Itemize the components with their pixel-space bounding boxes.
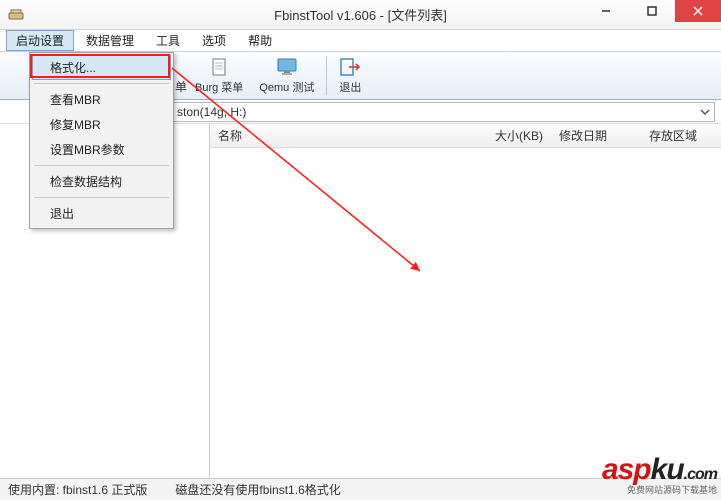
menu-boot-settings[interactable]: 启动设置 — [6, 30, 74, 51]
menu-item-exit[interactable]: 退出 — [32, 201, 171, 226]
toolbar-exit[interactable]: 退出 — [331, 54, 369, 97]
column-header: 名称 大小(KB) 修改日期 存放区域 — [210, 124, 721, 148]
col-area[interactable]: 存放区域 — [641, 127, 721, 144]
menu-item-check-structure[interactable]: 检查数据结构 — [32, 169, 171, 194]
toolbar-separator — [326, 57, 327, 95]
menu-bar: 启动设置 数据管理 工具 选项 帮助 — [0, 30, 721, 52]
file-list-body[interactable] — [210, 148, 721, 478]
menu-separator — [34, 165, 169, 166]
col-name[interactable]: 名称 — [210, 127, 471, 144]
menu-item-view-mbr[interactable]: 查看MBR — [32, 87, 171, 112]
chevron-down-icon — [700, 107, 710, 117]
title-bar: FbinstTool v1.606 - [文件列表] — [0, 0, 721, 30]
status-right: 磁盘还没有使用fbinst1.6格式化 — [175, 481, 340, 498]
app-icon — [6, 5, 26, 25]
document-icon — [208, 56, 230, 78]
toolbar-qemu-test[interactable]: Qemu 测试 — [251, 54, 322, 97]
window-controls — [583, 0, 721, 22]
col-date[interactable]: 修改日期 — [551, 127, 641, 144]
menu-help[interactable]: 帮助 — [238, 30, 282, 51]
toolbar-exit-label: 退出 — [339, 79, 361, 95]
disk-selector-value: ston(14g, H:) — [177, 105, 246, 119]
menu-separator — [34, 197, 169, 198]
close-button[interactable] — [675, 0, 721, 22]
status-bar: 使用内置: fbinst1.6 正式版 磁盘还没有使用fbinst1.6格式化 — [0, 478, 721, 500]
disk-selector[interactable]: ston(14g, H:) — [172, 102, 715, 122]
exit-icon — [339, 56, 361, 78]
menu-tools[interactable]: 工具 — [146, 30, 190, 51]
status-left: 使用内置: fbinst1.6 正式版 — [8, 481, 147, 498]
list-pane: 名称 大小(KB) 修改日期 存放区域 — [210, 124, 721, 478]
toolbar-qemu-label: Qemu 测试 — [259, 79, 314, 95]
monitor-icon — [276, 56, 298, 78]
menu-data-management[interactable]: 数据管理 — [76, 30, 144, 51]
minimize-button[interactable] — [583, 0, 629, 22]
menu-item-repair-mbr[interactable]: 修复MBR — [32, 112, 171, 137]
toolbar-hidden-suffix: 单 — [175, 78, 187, 99]
menu-item-format[interactable]: 格式化... — [32, 55, 171, 80]
col-size[interactable]: 大小(KB) — [471, 127, 551, 144]
boot-settings-dropdown: 格式化... 查看MBR 修复MBR 设置MBR参数 检查数据结构 退出 — [29, 52, 174, 229]
maximize-button[interactable] — [629, 0, 675, 22]
menu-item-set-mbr-params[interactable]: 设置MBR参数 — [32, 137, 171, 162]
toolbar-burg-label: Burg 菜单 — [195, 79, 243, 95]
toolbar-burg-menu[interactable]: Burg 菜单 — [187, 54, 251, 97]
menu-separator — [34, 83, 169, 84]
menu-options[interactable]: 选项 — [192, 30, 236, 51]
